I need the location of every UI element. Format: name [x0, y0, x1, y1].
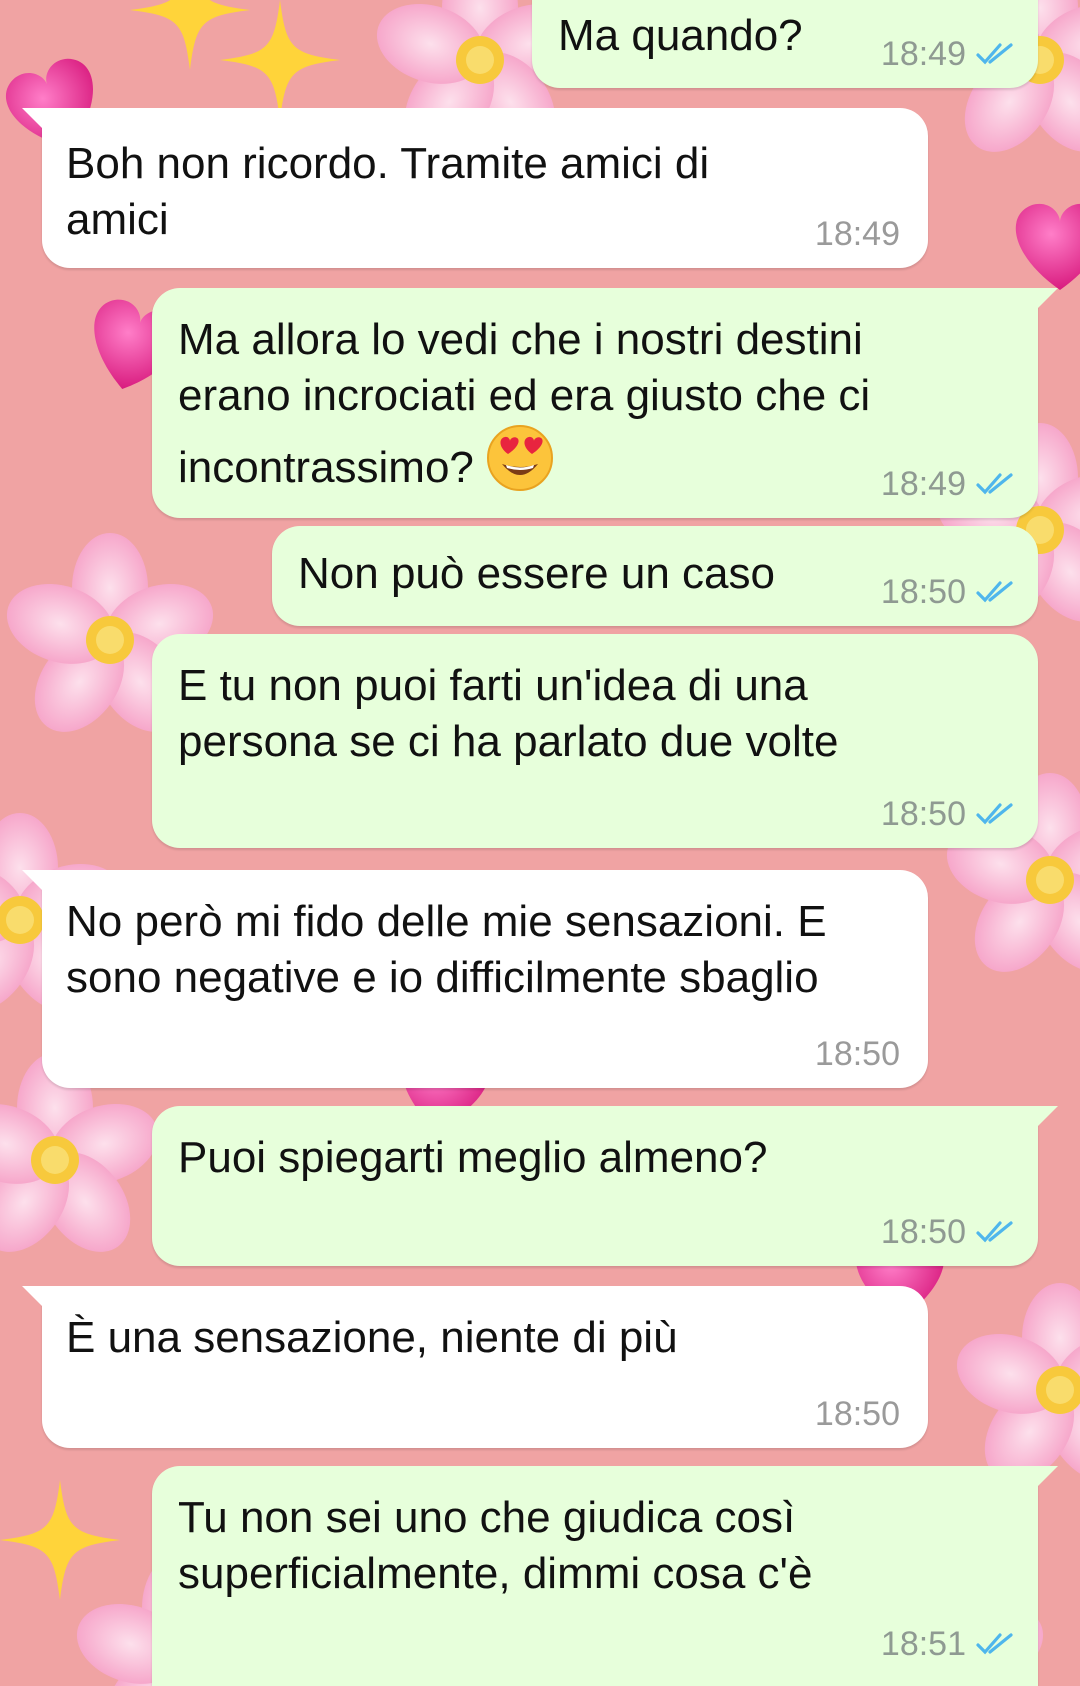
message-outgoing[interactable]: Tu non sei uno che giudica così superfic… — [152, 1466, 1058, 1686]
message-text: È una sensazione, niente di più — [66, 1313, 678, 1362]
message-outgoing[interactable]: Puoi spiegarti meglio almeno? 18:50 — [152, 1106, 1058, 1266]
double-check-read-icon — [976, 43, 1013, 65]
chat-message-list[interactable]: Ma quando? 18:49 Boh non ricordo. Tramit… — [0, 0, 1080, 1686]
message-incoming[interactable]: È una sensazione, niente di più 18:50 — [22, 1286, 928, 1448]
message-incoming[interactable]: Boh non ricordo. Tramite amici di amici … — [22, 108, 928, 268]
message-meta: 18:50 — [881, 794, 1014, 834]
message-meta: 18:50 — [881, 1212, 1014, 1252]
message-outgoing[interactable]: Ma quando? 18:49 — [532, 0, 1038, 88]
message-text: Tu non sei uno che giudica così superfic… — [178, 1493, 813, 1598]
bubble-tail — [1028, 288, 1058, 318]
message-time: 18:50 — [880, 795, 966, 833]
message-time: 18:50 — [814, 1395, 900, 1433]
bubble-tail — [22, 870, 52, 900]
double-check-read-icon — [976, 473, 1013, 495]
bubble-tail — [1028, 1106, 1058, 1136]
message-meta: 18:49 — [881, 464, 1014, 504]
message-meta: 18:49 — [815, 214, 900, 254]
message-outgoing[interactable]: Non può essere un caso 18:50 — [272, 526, 1038, 626]
message-meta: 18:49 — [881, 34, 1014, 74]
double-check-read-icon — [976, 803, 1013, 825]
message-text: E tu non puoi farti un'idea di una perso… — [178, 661, 839, 766]
message-text: Puoi spiegarti meglio almeno? — [178, 1133, 768, 1182]
message-meta: 18:51 — [881, 1624, 1014, 1664]
message-time: 18:50 — [814, 1035, 900, 1073]
message-outgoing[interactable]: Ma allora lo vedi che i nostri destini e… — [152, 288, 1058, 518]
message-time: 18:50 — [880, 573, 966, 611]
message-time: 18:49 — [880, 465, 966, 503]
message-meta: 18:50 — [881, 572, 1014, 612]
bubble-tail — [22, 1286, 52, 1316]
message-text: Boh non ricordo. Tramite amici di amici — [66, 139, 722, 244]
message-incoming[interactable]: No però mi fido delle mie sensazioni. E … — [22, 870, 928, 1088]
message-meta: 18:50 — [815, 1034, 900, 1074]
bubble-tail — [1028, 1466, 1058, 1496]
heart-eyes-emoji-icon — [487, 425, 554, 491]
message-time: 18:49 — [814, 215, 900, 253]
double-check-read-icon — [976, 1221, 1013, 1243]
message-outgoing[interactable]: E tu non puoi farti un'idea di una perso… — [152, 634, 1038, 848]
message-meta: 18:50 — [815, 1394, 900, 1434]
message-time: 18:50 — [880, 1213, 966, 1251]
message-time: 18:51 — [880, 1625, 966, 1663]
double-check-read-icon — [976, 1633, 1013, 1655]
message-time: 18:49 — [880, 35, 966, 73]
message-text: No però mi fido delle mie sensazioni. E … — [66, 897, 839, 1002]
message-text: Ma allora lo vedi che i nostri destini e… — [178, 312, 958, 496]
double-check-read-icon — [976, 581, 1013, 603]
bubble-tail — [22, 108, 52, 138]
